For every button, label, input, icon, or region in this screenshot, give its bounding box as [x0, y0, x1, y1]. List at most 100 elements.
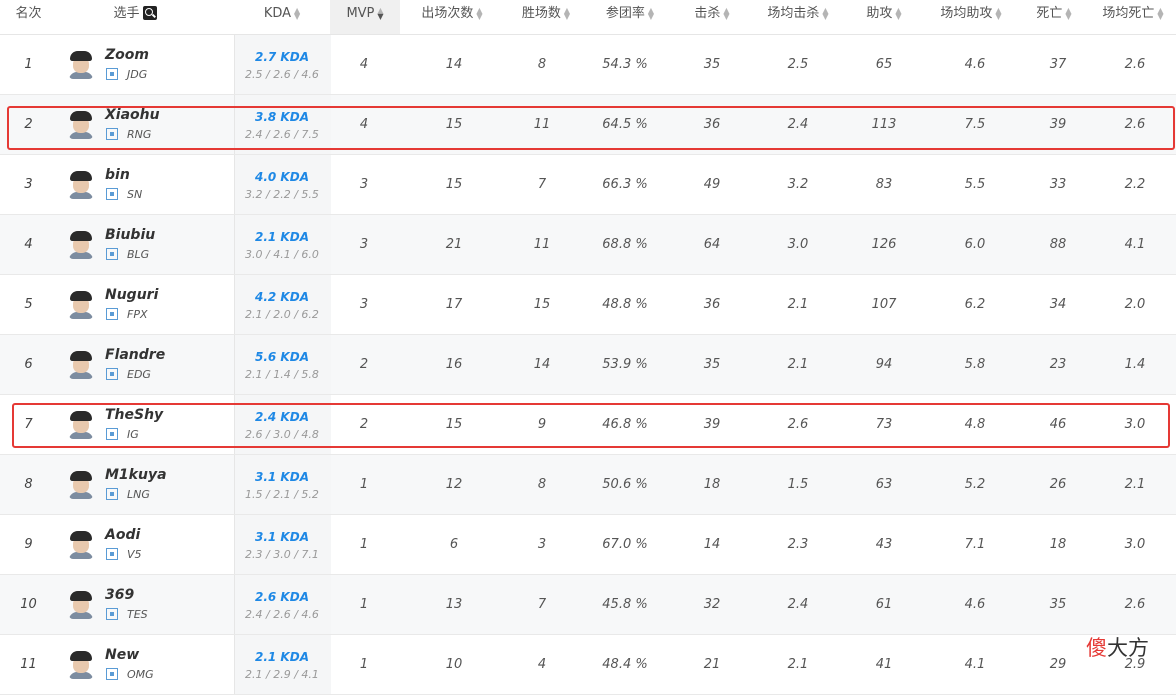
header-label: 死亡 [1036, 6, 1063, 21]
player-avatar[interactable] [69, 411, 93, 439]
header-kp[interactable]: 参团率 ▲ ▼ [588, 0, 672, 34]
table-row[interactable]: 8 M1kuya LNG 3.1 KDA 1.5 / 2.1 / 5.2 1 12 8 50.6… [0, 455, 1176, 515]
kda-breakdown: 2.1 / 2.0 / 6.2 [245, 308, 319, 321]
games-cell: 17 [445, 297, 463, 312]
sort-arrows-icon[interactable]: ▲ ▼ [995, 6, 1001, 20]
avg-assists-cell: 5.8 [964, 357, 986, 372]
kda-breakdown: 2.4 / 2.6 / 7.5 [245, 128, 319, 141]
avg-assists-cell: 7.5 [964, 117, 986, 132]
header-avg-assists[interactable]: 场均助攻 ▲ ▼ [924, 0, 1018, 34]
team-label: V5 [106, 548, 142, 561]
player-name-link[interactable]: New [105, 647, 139, 663]
sort-arrows-icon[interactable]: ▲ ▼ [294, 6, 300, 20]
table-row[interactable]: 1 Zoom JDG 2.7 KDA 2.5 / 2.6 / 4.6 4 14 8 54.3 %… [0, 35, 1176, 95]
player-name-link[interactable]: Zoom [105, 47, 149, 63]
player-name-link[interactable]: bin [105, 167, 130, 183]
header-mvp[interactable]: MVP ▲ ▼ [330, 0, 400, 34]
search-icon[interactable] [142, 5, 157, 20]
avg-assists-cell: 4.6 [964, 57, 986, 72]
table-row[interactable]: 7 TheShy IG 2.4 KDA 2.6 / 3.0 / 4.8 2 15 9 46.8 … [0, 395, 1176, 455]
kda-breakdown: 1.5 / 2.1 / 5.2 [245, 488, 319, 501]
header-assists[interactable]: 助攻 ▲ ▼ [844, 0, 924, 34]
header-kills[interactable]: 击杀 ▲ ▼ [672, 0, 752, 34]
header-avg-deaths[interactable]: 场均死亡 ▲ ▼ [1090, 0, 1176, 34]
mvp-cell: 2 [359, 357, 369, 372]
avg-kills-cell: 2.4 [787, 117, 809, 132]
player-avatar[interactable] [69, 531, 93, 559]
mvp-cell: 1 [359, 597, 369, 612]
team-name: LNG [127, 488, 150, 501]
player-avatar[interactable] [69, 591, 93, 619]
avg-kills-cell: 2.1 [787, 297, 809, 312]
avg-deaths-cell: 4.1 [1124, 237, 1146, 252]
player-name-link[interactable]: Flandre [105, 347, 165, 363]
rank-cell: 5 [24, 297, 33, 312]
mvp-cell: 1 [359, 477, 369, 492]
player-name-link[interactable]: Aodi [105, 527, 140, 543]
player-name-link[interactable]: M1kuya [105, 467, 167, 483]
team-name: BLG [127, 248, 150, 261]
header-kda[interactable]: KDA ▲ ▼ [234, 0, 330, 34]
table-row[interactable]: 6 Flandre EDG 5.6 KDA 2.1 / 1.4 / 5.8 2 16 14 53… [0, 335, 1176, 395]
team-label: OMG [106, 668, 154, 681]
sort-arrows-icon[interactable]: ▲ ▼ [564, 6, 570, 20]
deaths-cell: 35 [1049, 597, 1067, 612]
kda-value: 3.8 KDA [255, 110, 309, 124]
player-name-link[interactable]: Xiaohu [105, 107, 160, 123]
sort-arrows-icon[interactable]: ▲ ▼ [895, 6, 901, 20]
deaths-cell: 23 [1049, 357, 1067, 372]
assists-cell: 113 [871, 117, 897, 132]
table-row[interactable]: 10 369 TES 2.6 KDA 2.4 / 2.6 / 4.6 1 13 7 45.8 %… [0, 575, 1176, 635]
table-row[interactable]: 2 Xiaohu RNG 3.8 KDA 2.4 / 2.6 / 7.5 4 15 11 64.… [0, 95, 1176, 155]
kp-cell: 68.8 % [602, 237, 648, 252]
mvp-cell: 2 [359, 417, 369, 432]
avg-kills-cell: 2.4 [787, 597, 809, 612]
sort-arrows-icon[interactable]: ▲ ▼ [723, 6, 729, 20]
wins-cell: 8 [537, 57, 547, 72]
player-avatar[interactable] [69, 231, 93, 259]
wins-cell: 7 [537, 177, 547, 192]
team-logo-icon [106, 308, 118, 320]
table-row[interactable]: 5 Nuguri FPX 4.2 KDA 2.1 / 2.0 / 6.2 3 17 15 48.… [0, 275, 1176, 335]
header-wins[interactable]: 胜场数 ▲ ▼ [504, 0, 588, 34]
player-avatar[interactable] [69, 171, 93, 199]
player-name-link[interactable]: TheShy [105, 407, 163, 423]
header-avg-kills[interactable]: 场均击杀 ▲ ▼ [752, 0, 844, 34]
sort-arrows-icon[interactable]: ▲ ▼ [1065, 6, 1071, 20]
avg-assists-cell: 5.5 [964, 177, 986, 192]
kp-cell: 48.4 % [602, 657, 648, 672]
assists-cell: 65 [875, 57, 893, 72]
player-avatar[interactable] [69, 651, 93, 679]
team-logo-icon [106, 548, 118, 560]
player-avatar[interactable] [69, 351, 93, 379]
sort-arrows-icon[interactable]: ▲ ▼ [377, 6, 383, 20]
avg-deaths-cell: 2.2 [1124, 177, 1146, 192]
deaths-cell: 88 [1049, 237, 1067, 252]
header-games[interactable]: 出场次数 ▲ ▼ [400, 0, 504, 34]
sort-arrows-icon[interactable]: ▲ ▼ [822, 6, 828, 20]
rank-cell: 2 [24, 117, 33, 132]
player-name-link[interactable]: 369 [105, 587, 134, 603]
sort-arrows-icon[interactable]: ▲ ▼ [648, 6, 654, 20]
table-row[interactable]: 3 bin SN 4.0 KDA 3.2 / 2.2 / 5.5 3 15 7 66.3 % 49… [0, 155, 1176, 215]
wins-cell: 15 [533, 297, 551, 312]
player-name-link[interactable]: Nuguri [105, 287, 158, 303]
table-row[interactable]: 11 New OMG 2.1 KDA 2.1 / 2.9 / 4.1 1 10 4 48.4 %… [0, 635, 1176, 695]
player-name-link[interactable]: Biubiu [105, 227, 155, 243]
assists-cell: 63 [875, 477, 893, 492]
team-label: LNG [106, 488, 150, 501]
avg-kills-cell: 2.5 [787, 57, 809, 72]
table-row[interactable]: 9 Aodi V5 3.1 KDA 2.3 / 3.0 / 7.1 1 6 3 67.0 % 14… [0, 515, 1176, 575]
kda-cell-bg [234, 35, 331, 94]
header-deaths[interactable]: 死亡 ▲ ▼ [1018, 0, 1090, 34]
player-avatar[interactable] [69, 51, 93, 79]
player-avatar[interactable] [69, 471, 93, 499]
sort-arrows-icon[interactable]: ▲ ▼ [1157, 6, 1163, 20]
table-row[interactable]: 4 Biubiu BLG 2.1 KDA 3.0 / 4.1 / 6.0 3 21 11 68.… [0, 215, 1176, 275]
player-avatar[interactable] [69, 111, 93, 139]
mvp-cell: 3 [359, 177, 369, 192]
player-avatar[interactable] [69, 291, 93, 319]
sort-arrows-icon[interactable]: ▲ ▼ [476, 6, 482, 20]
rank-cell: 8 [24, 477, 33, 492]
avg-kills-cell: 1.5 [787, 477, 809, 492]
